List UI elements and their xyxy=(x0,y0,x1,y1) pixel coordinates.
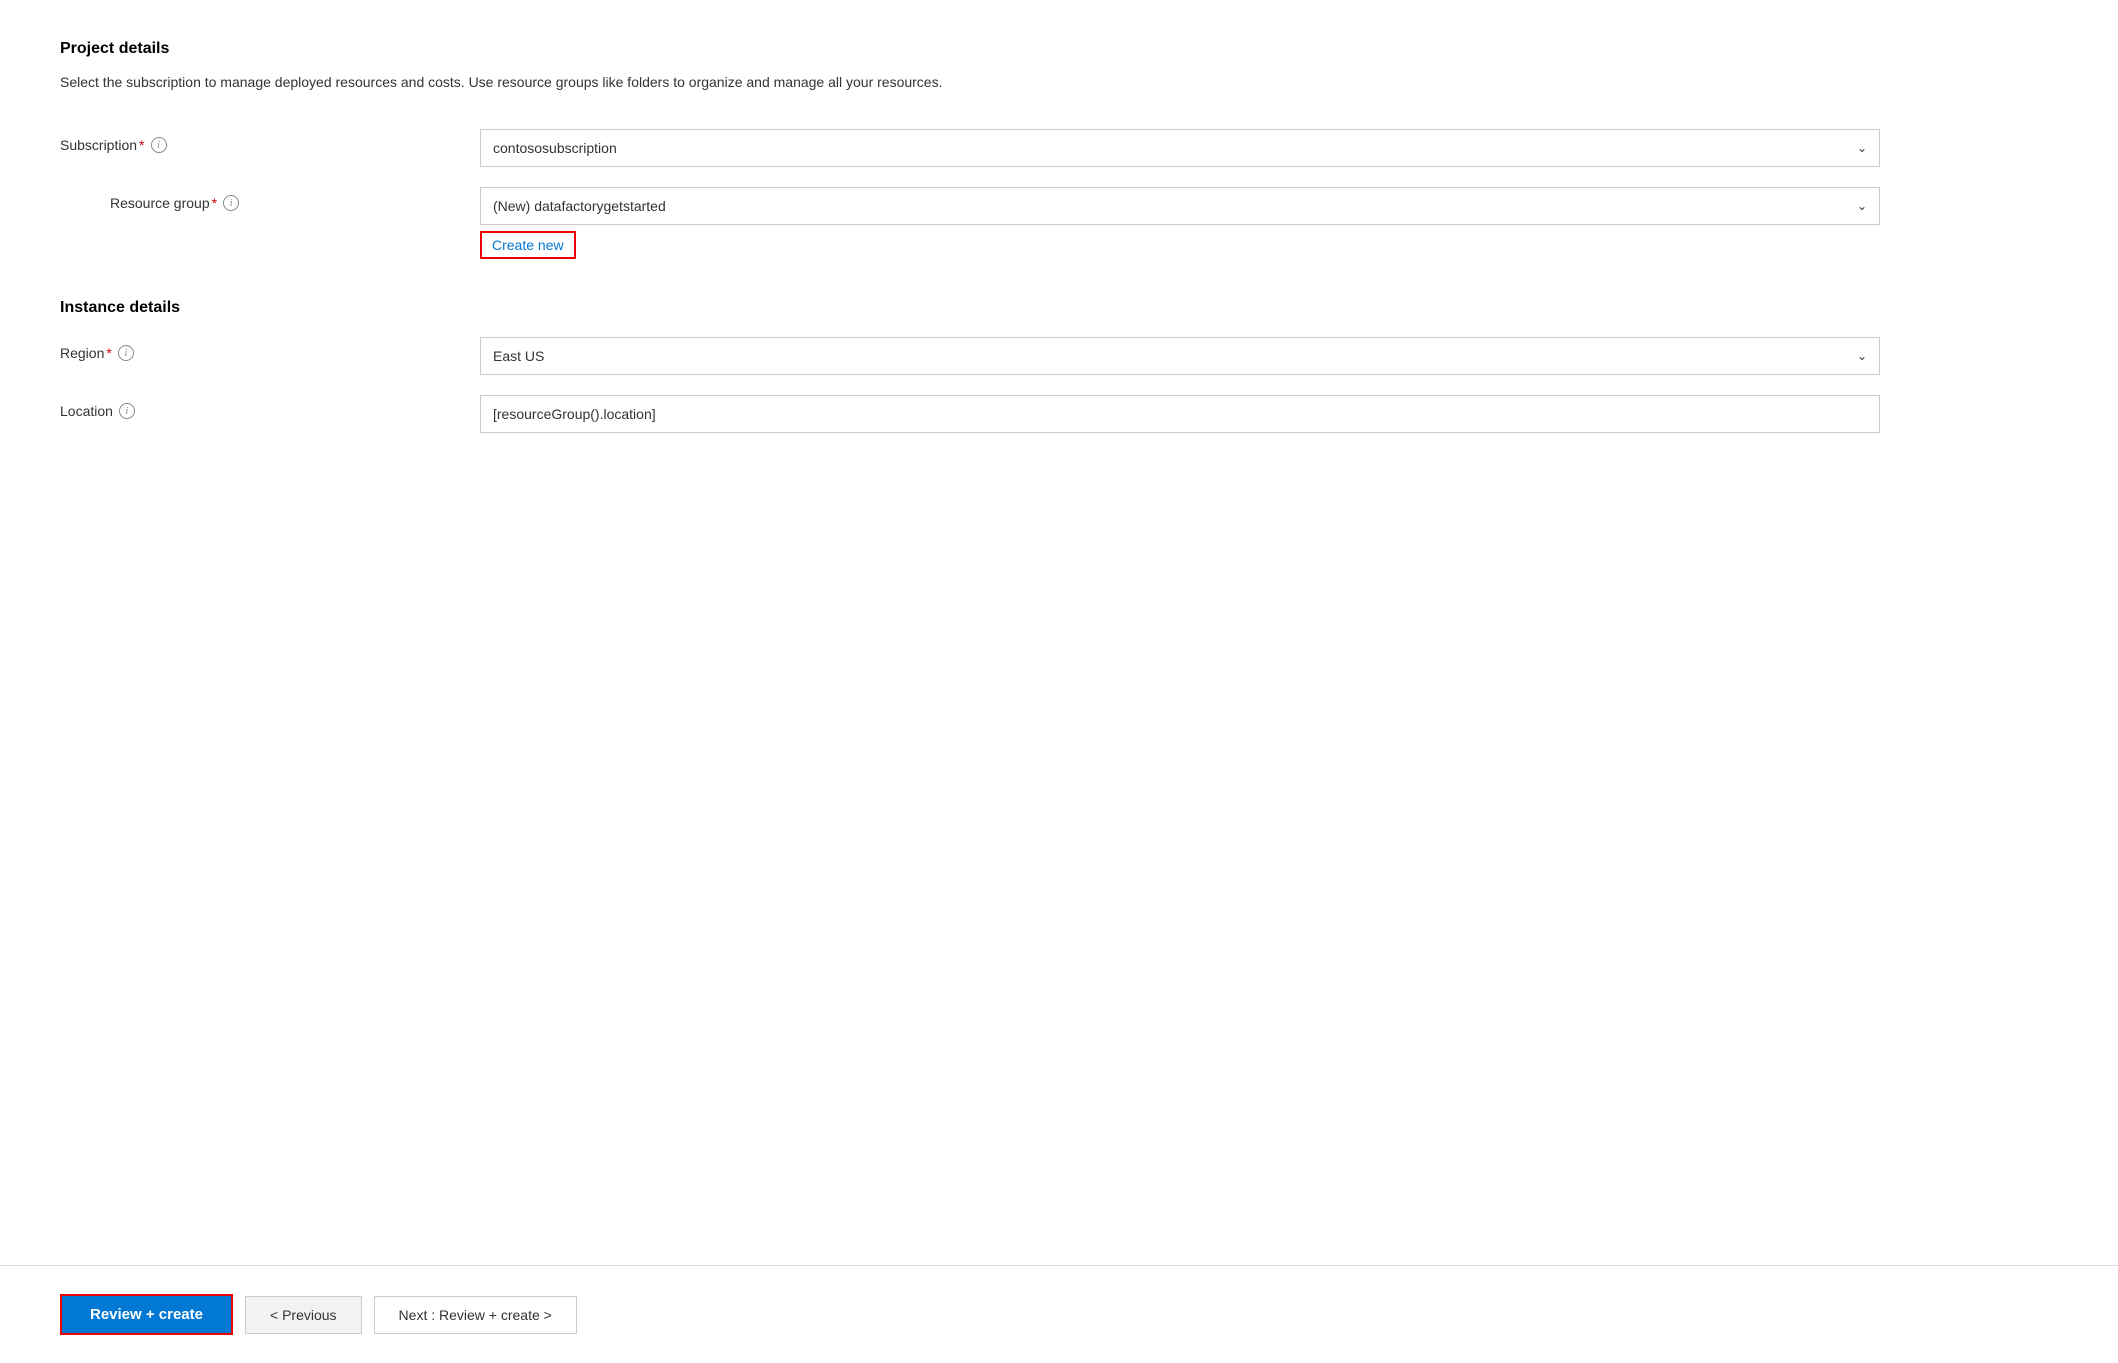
location-info-icon[interactable]: i xyxy=(119,403,135,419)
project-details-section: Project details Select the subscription … xyxy=(60,40,2058,259)
subscription-required: * xyxy=(139,137,144,153)
region-control: East US ⌄ xyxy=(480,337,1880,375)
subscription-label-col: Subscription * i xyxy=(60,129,480,153)
location-row: Location i xyxy=(60,395,2058,433)
previous-button[interactable]: < Previous xyxy=(245,1296,362,1334)
region-chevron-icon: ⌄ xyxy=(1857,349,1867,363)
subscription-dropdown[interactable]: contososubscription ⌄ xyxy=(480,129,1880,167)
location-control xyxy=(480,395,1880,433)
project-details-description: Select the subscription to manage deploy… xyxy=(60,72,960,93)
resource-group-control: (New) datafactorygetstarted ⌄ Create new xyxy=(480,187,1880,259)
location-label: Location xyxy=(60,403,113,419)
resource-group-label-col: Resource group * i xyxy=(60,187,480,211)
review-create-button[interactable]: Review + create xyxy=(60,1294,233,1335)
resource-group-info-icon[interactable]: i xyxy=(223,195,239,211)
resource-group-dropdown[interactable]: (New) datafactorygetstarted ⌄ xyxy=(480,187,1880,225)
subscription-control: contososubscription ⌄ xyxy=(480,129,1880,167)
resource-group-chevron-icon: ⌄ xyxy=(1857,199,1867,213)
create-new-link[interactable]: Create new xyxy=(480,231,576,259)
main-content: Project details Select the subscription … xyxy=(0,0,2118,1265)
subscription-value: contososubscription xyxy=(493,140,617,156)
instance-details-section: Instance details Region * i East US ⌄ Lo… xyxy=(60,299,2058,433)
subscription-chevron-icon: ⌄ xyxy=(1857,141,1867,155)
region-info-icon[interactable]: i xyxy=(118,345,134,361)
resource-group-label: Resource group xyxy=(110,195,210,211)
footer-bar: Review + create < Previous Next : Review… xyxy=(0,1265,2118,1363)
subscription-label: Subscription xyxy=(60,137,137,153)
region-dropdown[interactable]: East US ⌄ xyxy=(480,337,1880,375)
location-input[interactable] xyxy=(480,395,1880,433)
location-label-col: Location i xyxy=(60,395,480,419)
region-label-col: Region * i xyxy=(60,337,480,361)
region-row: Region * i East US ⌄ xyxy=(60,337,2058,375)
resource-group-row: Resource group * i (New) datafactorygets… xyxy=(60,187,2058,259)
project-details-title: Project details xyxy=(60,40,2058,58)
region-required: * xyxy=(106,345,111,361)
resource-group-required: * xyxy=(212,195,217,211)
region-label: Region xyxy=(60,345,104,361)
resource-group-value: (New) datafactorygetstarted xyxy=(493,198,666,214)
subscription-row: Subscription * i contososubscription ⌄ xyxy=(60,129,2058,167)
instance-details-title: Instance details xyxy=(60,299,2058,317)
region-value: East US xyxy=(493,348,544,364)
subscription-info-icon[interactable]: i xyxy=(151,137,167,153)
next-button[interactable]: Next : Review + create > xyxy=(374,1296,577,1334)
